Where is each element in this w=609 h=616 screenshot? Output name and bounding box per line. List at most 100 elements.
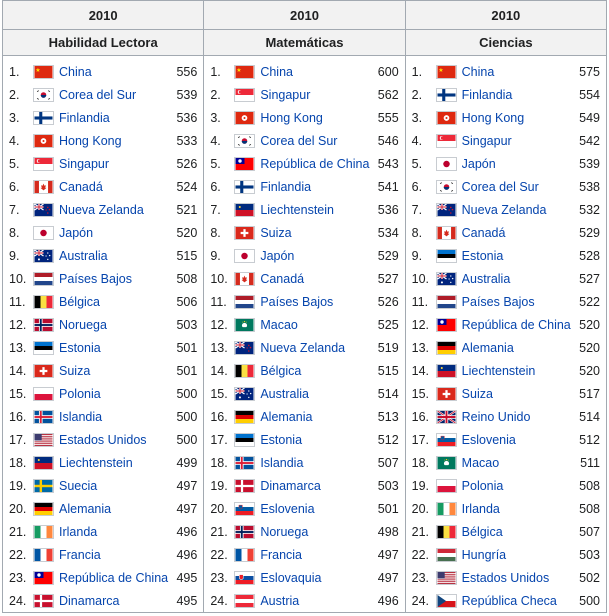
flag-fr-icon[interactable]: [234, 547, 256, 562]
country-link[interactable]: Bélgica: [462, 525, 572, 539]
country-link[interactable]: Canadá: [59, 180, 169, 194]
country-link[interactable]: China: [59, 65, 169, 79]
country-link[interactable]: Eslovenia: [260, 502, 370, 516]
flag-au-icon[interactable]: [33, 248, 54, 263]
country-link[interactable]: Polonia: [462, 479, 572, 493]
flag-hu-icon[interactable]: [435, 547, 457, 562]
flag-ch-icon[interactable]: [435, 386, 457, 401]
country-link[interactable]: Australia: [260, 387, 370, 401]
flag-ie-icon[interactable]: [33, 524, 54, 539]
flag-kr-icon[interactable]: [435, 179, 457, 194]
country-link[interactable]: Suiza: [260, 226, 370, 240]
country-link[interactable]: Eslovenia: [462, 433, 572, 447]
flag-li-icon[interactable]: [234, 202, 256, 217]
flag-ee-icon[interactable]: [435, 248, 457, 263]
flag-ee-icon[interactable]: [234, 432, 256, 447]
flag-is-icon[interactable]: [33, 409, 54, 424]
country-link[interactable]: Hungría: [462, 548, 572, 562]
country-link[interactable]: Corea del Sur: [59, 88, 169, 102]
flag-nz-icon[interactable]: [435, 202, 457, 217]
flag-is-icon[interactable]: [234, 455, 256, 470]
flag-kr-icon[interactable]: [33, 87, 54, 102]
country-link[interactable]: República de China: [59, 571, 169, 585]
flag-ee-icon[interactable]: [33, 340, 54, 355]
flag-gb-icon[interactable]: [435, 409, 457, 424]
flag-sg-icon[interactable]: [234, 87, 256, 102]
country-link[interactable]: Hong Kong: [260, 111, 370, 125]
country-link[interactable]: Suecia: [59, 479, 169, 493]
flag-jp-icon[interactable]: [33, 225, 54, 240]
country-link[interactable]: Estados Unidos: [462, 571, 572, 585]
country-link[interactable]: Islandia: [59, 410, 169, 424]
flag-mo-icon[interactable]: [435, 455, 457, 470]
flag-nz-icon[interactable]: [234, 340, 256, 355]
flag-hk-icon[interactable]: [435, 110, 457, 125]
country-link[interactable]: Singapur: [59, 157, 169, 171]
country-link[interactable]: República Checa: [462, 594, 572, 608]
flag-mo-icon[interactable]: [234, 317, 256, 332]
flag-au-icon[interactable]: [435, 271, 457, 286]
flag-cn-icon[interactable]: [33, 64, 54, 79]
flag-fi-icon[interactable]: [435, 87, 457, 102]
country-link[interactable]: Alemania: [462, 341, 572, 355]
country-link[interactable]: Suiza: [462, 387, 572, 401]
country-link[interactable]: Nueva Zelanda: [462, 203, 572, 217]
flag-nl-icon[interactable]: [33, 271, 54, 286]
flag-kr-icon[interactable]: [234, 133, 256, 148]
country-link[interactable]: Noruega: [59, 318, 169, 332]
country-link[interactable]: Países Bajos: [260, 295, 370, 309]
country-link[interactable]: Bélgica: [59, 295, 169, 309]
flag-cz-icon[interactable]: [435, 593, 457, 608]
country-link[interactable]: Nueva Zelanda: [59, 203, 169, 217]
flag-dk-icon[interactable]: [234, 478, 256, 493]
flag-be-icon[interactable]: [234, 363, 256, 378]
country-link[interactable]: China: [462, 65, 572, 79]
flag-nl-icon[interactable]: [234, 294, 256, 309]
country-link[interactable]: Singapur: [462, 134, 572, 148]
flag-cn-icon[interactable]: [435, 64, 457, 79]
country-link[interactable]: Países Bajos: [59, 272, 169, 286]
country-link[interactable]: Suiza: [59, 364, 169, 378]
flag-pl-icon[interactable]: [435, 478, 457, 493]
flag-hk-icon[interactable]: [234, 110, 256, 125]
flag-hk-icon[interactable]: [33, 133, 54, 148]
flag-be-icon[interactable]: [435, 524, 457, 539]
country-link[interactable]: Hong Kong: [59, 134, 169, 148]
flag-fi-icon[interactable]: [33, 110, 54, 125]
country-link[interactable]: Noruega: [260, 525, 370, 539]
country-link[interactable]: Estados Unidos: [59, 433, 169, 447]
country-link[interactable]: Reino Unido: [462, 410, 572, 424]
flag-no-icon[interactable]: [234, 524, 256, 539]
flag-fi-icon[interactable]: [234, 179, 256, 194]
country-link[interactable]: Japón: [260, 249, 370, 263]
flag-ca-icon[interactable]: [33, 179, 54, 194]
country-link[interactable]: Polonia: [59, 387, 169, 401]
country-link[interactable]: Singapur: [260, 88, 370, 102]
country-link[interactable]: Alemania: [260, 410, 370, 424]
country-link[interactable]: Macao: [260, 318, 370, 332]
country-link[interactable]: Canadá: [462, 226, 572, 240]
country-link[interactable]: Corea del Sur: [260, 134, 370, 148]
flag-no-icon[interactable]: [33, 317, 54, 332]
country-link[interactable]: Japón: [462, 157, 572, 171]
flag-ca-icon[interactable]: [234, 271, 256, 286]
flag-cn-icon[interactable]: [234, 64, 256, 79]
country-link[interactable]: Irlanda: [462, 502, 572, 516]
flag-se-icon[interactable]: [33, 478, 54, 493]
country-link[interactable]: Finlandia: [59, 111, 169, 125]
flag-li-icon[interactable]: [33, 455, 54, 470]
country-link[interactable]: República de China: [462, 318, 572, 332]
country-link[interactable]: Dinamarca: [260, 479, 370, 493]
flag-ch-icon[interactable]: [234, 225, 256, 240]
country-link[interactable]: Islandia: [260, 456, 370, 470]
flag-de-icon[interactable]: [435, 340, 457, 355]
country-link[interactable]: Corea del Sur: [462, 180, 572, 194]
flag-sg-icon[interactable]: [33, 156, 54, 171]
flag-dk-icon[interactable]: [33, 593, 54, 608]
flag-fr-icon[interactable]: [33, 547, 54, 562]
flag-jp-icon[interactable]: [234, 248, 256, 263]
country-link[interactable]: Bélgica: [260, 364, 370, 378]
country-link[interactable]: Irlanda: [59, 525, 169, 539]
flag-tw-icon[interactable]: [435, 317, 457, 332]
flag-pl-icon[interactable]: [33, 386, 54, 401]
